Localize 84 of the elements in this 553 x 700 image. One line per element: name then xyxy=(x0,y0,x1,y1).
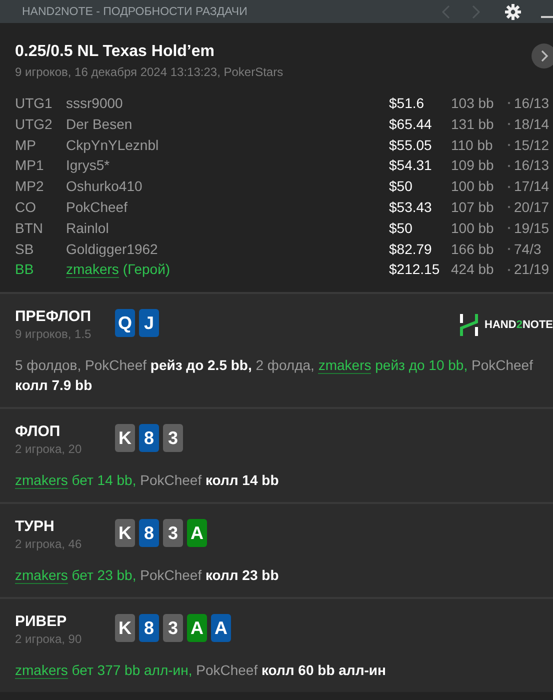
playing-card: A xyxy=(211,614,231,642)
action-summary: zmakers бет 23 bb, PokCheef колл 23 bb xyxy=(15,566,280,586)
player-position: MP xyxy=(15,136,37,155)
player-name[interactable]: CkpYnYLeznbl xyxy=(66,136,159,153)
player-position: MP1 xyxy=(15,156,45,176)
player-name[interactable]: PokCheef xyxy=(66,198,128,215)
player-position: BTN xyxy=(15,218,44,238)
player-stats: 17/14 xyxy=(514,177,550,196)
player-link[interactable]: zmakers xyxy=(15,662,68,680)
player-position: CO xyxy=(15,198,37,217)
player-name[interactable]: Oshurko410 xyxy=(66,178,142,194)
player-name[interactable]: zmakers xyxy=(66,261,119,278)
playing-card: Q xyxy=(115,309,135,338)
player-stats: 20/17 xyxy=(514,198,550,217)
player-stack: $54.31 xyxy=(389,156,433,176)
playing-card: 3 xyxy=(163,614,183,642)
stack-bb: 110 bb xyxy=(451,136,494,155)
player-stats: 16/13 xyxy=(514,156,550,176)
player-stack: $212.15 xyxy=(389,260,441,280)
playing-card: 8 xyxy=(139,424,159,452)
street-name: ФЛОП xyxy=(15,423,62,440)
window-title: HAND2NOTE - ПОДРОБНОСТИ РАЗДАЧИ xyxy=(22,6,248,18)
street-info: 9 игроков, 1.5 xyxy=(15,327,92,342)
player-position: BB xyxy=(15,260,35,280)
player-stack: $82.79 xyxy=(389,240,433,259)
player-stack: $50 xyxy=(389,177,414,196)
stack-bb: 100 bb xyxy=(451,177,495,196)
street-name: РИВЕР xyxy=(15,613,68,630)
logo-icon xyxy=(458,314,479,336)
player-name[interactable]: Rainlol xyxy=(66,220,109,236)
street-info: 2 игрока, 46 xyxy=(15,537,83,552)
player-position: MP2 xyxy=(15,177,45,196)
logo-text: HAND2NOTE xyxy=(484,319,553,332)
player-stack: $50 xyxy=(389,218,414,238)
playing-card: 3 xyxy=(163,519,183,548)
player-stack: $51.6 xyxy=(389,94,426,113)
player-name[interactable]: Igrys5* xyxy=(66,157,110,174)
stack-bb: 103 bb xyxy=(451,94,495,113)
action-summary: zmakers бет 14 bb, PokCheef колл 14 bb xyxy=(15,471,280,490)
player-link[interactable]: zmakers xyxy=(15,472,68,490)
player-stats: 74/3 xyxy=(514,240,542,259)
hero-label: (Герой) xyxy=(122,261,170,278)
stack-bb: 109 bb xyxy=(451,156,495,176)
action-summary: zmakers бет 377 bb алл-ин, PokCheef колл 60 bb алл-ин xyxy=(15,661,387,680)
playing-card: K xyxy=(115,424,135,452)
player-position: UTG1 xyxy=(15,94,54,113)
player-position: SB xyxy=(15,240,35,259)
player-position: UTG2 xyxy=(15,114,54,134)
action-summary: 5 фолдов, PokCheef рейз до 2.5 bb, 2 фолда, zmakers рейз до 10 bb, PokCheef колл 7.9 bb xyxy=(15,356,534,396)
player-stats: 18/14 xyxy=(514,114,550,134)
player-stack: $53.43 xyxy=(389,198,433,217)
stack-bb: 100 bb xyxy=(451,218,495,238)
hand-subtitle: 9 игроков, 16 декабря 2024 13:13:23, PokerStars xyxy=(15,65,284,79)
player-stats: 15/12 xyxy=(514,136,550,155)
player-link[interactable]: zmakers xyxy=(318,357,372,374)
player-stack: $55.05 xyxy=(389,136,433,155)
player-stats: 21/19 xyxy=(514,260,550,280)
playing-card: 8 xyxy=(139,614,159,642)
player-stats: 16/13 xyxy=(514,94,550,113)
stack-bb: 166 bb xyxy=(451,240,495,259)
stack-bb: 424 bb xyxy=(451,260,495,280)
playing-card: A xyxy=(187,614,207,642)
player-stack: $65.44 xyxy=(389,114,433,134)
street-info: 2 игрока, 90 xyxy=(15,632,83,646)
next-hand-button[interactable] xyxy=(531,43,553,69)
playing-card: A xyxy=(187,519,207,548)
playing-card: 8 xyxy=(139,519,159,548)
stack-bb: 107 bb xyxy=(451,198,495,217)
street-info: 2 игрока, 20 xyxy=(15,442,83,456)
playing-card: K xyxy=(115,614,135,642)
street-name: ТУРН xyxy=(15,518,56,536)
minimize-icon[interactable] xyxy=(541,16,553,18)
street-name: ПРЕФЛОП xyxy=(15,308,92,326)
settings-icon[interactable] xyxy=(505,4,521,20)
player-name[interactable]: sssr9000 xyxy=(66,95,123,111)
player-name[interactable]: Der Besen xyxy=(66,116,132,132)
playing-card: K xyxy=(115,519,135,548)
playing-card: 3 xyxy=(163,424,183,452)
player-link[interactable]: zmakers xyxy=(15,567,68,584)
hand-title: 0.25/0.5 NL Texas Hold’em xyxy=(15,43,216,61)
stack-bb: 131 bb xyxy=(451,114,495,134)
playing-card: J xyxy=(139,309,159,338)
player-stats: 19/15 xyxy=(514,218,550,238)
player-name[interactable]: Goldigger1962 xyxy=(66,240,158,257)
